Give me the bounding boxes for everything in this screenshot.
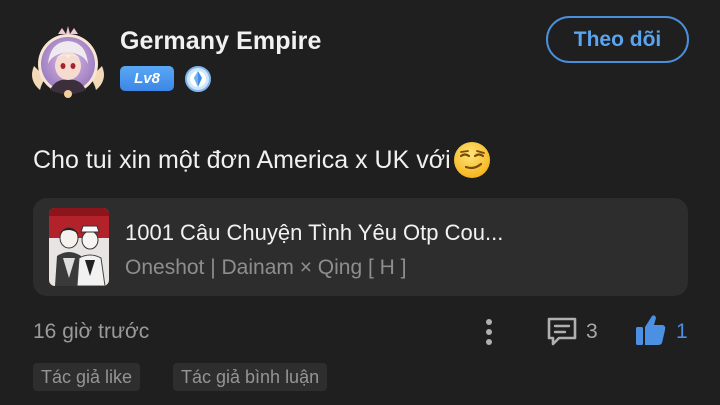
story-meta: Oneshot | Dainam × Qing [ H ] [125, 256, 407, 279]
user-avatar[interactable] [28, 24, 108, 100]
author-commented-tag: Tác giả bình luận [173, 363, 328, 391]
thumbs-up-icon[interactable] [634, 312, 668, 348]
diamond-rank-icon [184, 65, 212, 93]
like-count: 1 [676, 320, 688, 343]
more-options-icon[interactable] [478, 316, 500, 348]
follow-button[interactable]: Theo dõi [546, 16, 689, 63]
comment-body: Cho tui xin một đơn America x UK với [33, 140, 492, 180]
story-title[interactable]: 1001 Câu Chuyện Tình Yêu Otp Cou... [125, 220, 503, 246]
timestamp: 16 giờ trước [33, 320, 150, 343]
reply-comment-icon[interactable] [545, 314, 579, 348]
comment-text: Cho tui xin một đơn America x UK với [33, 145, 451, 174]
story-cover-image [49, 208, 109, 286]
smirking-face-emoji-icon [453, 142, 490, 178]
story-card[interactable]: 1001 Câu Chuyện Tình Yêu Otp Cou... Ones… [33, 198, 688, 296]
author-liked-tag: Tác giả like [33, 363, 141, 391]
username[interactable]: Germany Empire [120, 27, 322, 56]
reply-count: 3 [586, 320, 598, 343]
level-badge: Lv8 [120, 66, 174, 91]
